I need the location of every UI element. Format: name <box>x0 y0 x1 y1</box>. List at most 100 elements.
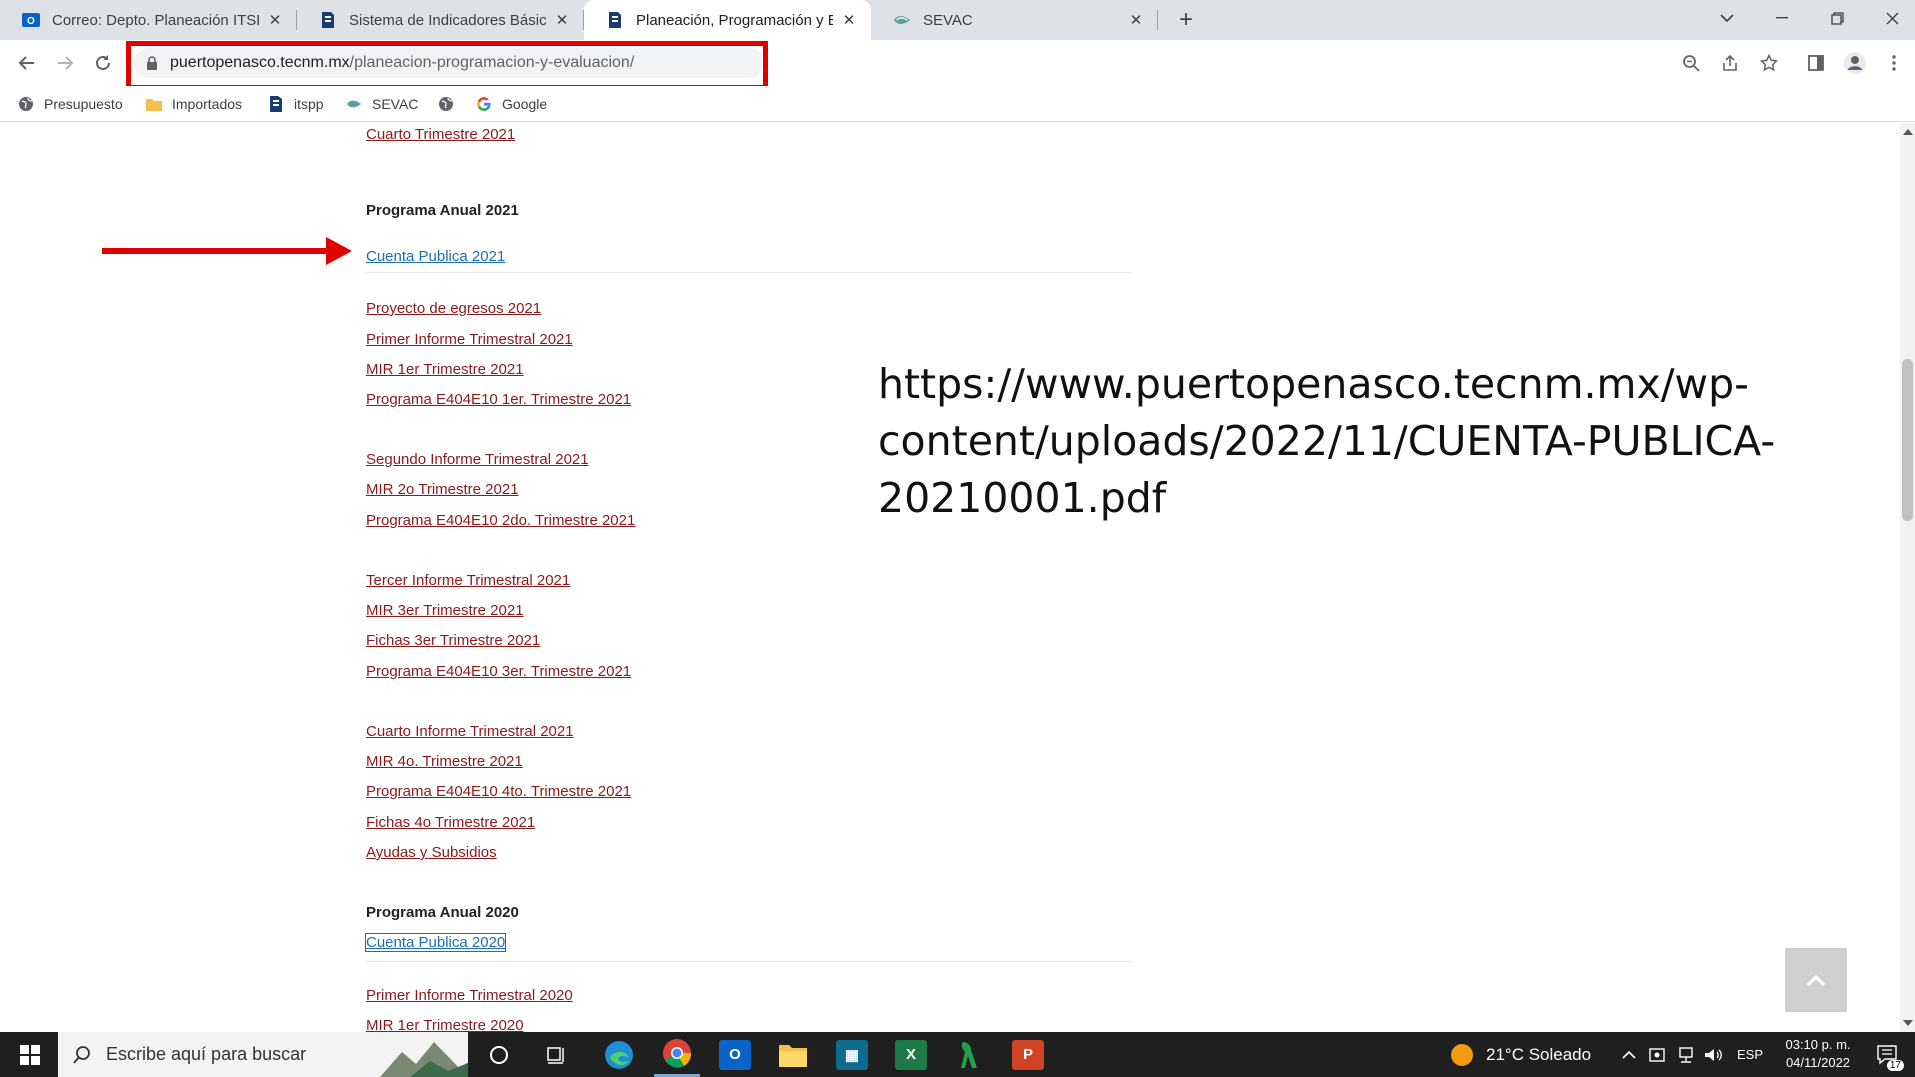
link-ayudas-subsidios[interactable]: Ayudas y Subsidios <box>366 844 497 861</box>
network-icon <box>1679 1046 1693 1063</box>
powerpoint-app[interactable]: P <box>1005 1032 1051 1077</box>
notification-center-button[interactable]: 17 <box>1868 1032 1908 1077</box>
link-mir-2o-2021[interactable]: MIR 2o Trimestre 2021 <box>366 481 519 498</box>
link-cuenta-publica-2021[interactable]: Cuenta Publica 2021 <box>366 248 505 265</box>
close-window-button[interactable] <box>1872 0 1912 36</box>
divider <box>366 272 1131 273</box>
link-mir-3er-2021[interactable]: MIR 3er Trimestre 2021 <box>366 602 524 619</box>
scrollbar-thumb[interactable] <box>1902 359 1913 521</box>
share-button[interactable] <box>1715 48 1745 78</box>
outlook-icon: O <box>22 11 40 29</box>
close-icon[interactable]: ✕ <box>265 10 285 30</box>
search-icon <box>73 1045 90 1064</box>
sevac-icon <box>346 96 362 112</box>
link-cuarto-trimestre-2021[interactable]: Cuarto Trimestre 2021 <box>366 126 515 143</box>
tab-label: SEVAC <box>923 11 973 29</box>
edge-app[interactable] <box>596 1032 642 1077</box>
tray-meet-button[interactable] <box>1645 1032 1671 1077</box>
new-tab-button[interactable]: + <box>1172 6 1200 34</box>
back-button[interactable] <box>10 46 44 80</box>
vertical-scrollbar[interactable] <box>1900 123 1915 1032</box>
file-explorer-app[interactable] <box>770 1032 816 1077</box>
link-mir-1er-2021[interactable]: MIR 1er Trimestre 2021 <box>366 361 524 378</box>
bookmark-star-button[interactable] <box>1754 48 1784 78</box>
scroll-down-arrow-icon[interactable] <box>1903 1020 1913 1026</box>
clock-time: 03:10 p. m. <box>1785 1037 1851 1052</box>
link-programa-4to-2021[interactable]: Programa E404E10 4to. Trimestre 2021 <box>366 783 631 800</box>
bookmark-importados[interactable]: Importados <box>146 92 242 116</box>
folder-icon <box>146 96 162 112</box>
star-icon <box>1760 54 1778 72</box>
figure-icon <box>961 1041 977 1068</box>
link-primer-informe-2021[interactable]: Primer Informe Trimestral 2021 <box>366 331 573 348</box>
bookmark-itspp[interactable]: itspp <box>268 92 324 116</box>
zoom-icon <box>1683 55 1700 72</box>
close-icon[interactable]: ✕ <box>1126 10 1146 30</box>
link-mir-4o-2021[interactable]: MIR 4o. Trimestre 2021 <box>366 753 523 770</box>
forward-button[interactable] <box>48 46 82 80</box>
tab-indicadores[interactable]: Sistema de Indicadores Básicos ✕ <box>297 0 584 40</box>
tab-correo[interactable]: O Correo: Depto. Planeación ITSPP ✕ <box>0 0 297 40</box>
google-icon <box>476 96 492 112</box>
heading-programa-anual-2020: Programa Anual 2020 <box>366 904 519 921</box>
task-view-button[interactable] <box>535 1032 577 1077</box>
chrome-app[interactable] <box>654 1032 700 1077</box>
restore-button[interactable] <box>1817 0 1857 36</box>
taskbar-clock[interactable]: 03:10 p. m. 04/11/2022 <box>1772 1036 1864 1072</box>
weather-widget[interactable] <box>1446 1032 1478 1077</box>
excel-app[interactable]: X <box>888 1032 934 1077</box>
menu-button[interactable] <box>1879 48 1909 78</box>
link-tercer-informe-2021[interactable]: Tercer Informe Trimestral 2021 <box>366 572 570 589</box>
search-placeholder: Escribe aquí para buscar <box>106 1044 307 1064</box>
chevron-up-icon <box>1806 974 1826 986</box>
close-icon[interactable]: ✕ <box>552 10 572 30</box>
annotation-pdf-url: https://www.puertopenasco.tecnm.mx/wp- c… <box>878 356 1778 527</box>
link-cuenta-publica-2020[interactable]: Cuenta Publica 2020 <box>364 933 507 952</box>
link-programa-3er-2021[interactable]: Programa E404E10 3er. Trimestre 2021 <box>366 663 631 680</box>
weather-text[interactable]: 21°C Soleado <box>1486 1032 1591 1077</box>
close-icon[interactable]: ✕ <box>839 10 859 30</box>
side-panel-button[interactable] <box>1801 48 1831 78</box>
share-icon <box>1723 54 1737 71</box>
profile-button[interactable] <box>1840 48 1870 78</box>
globe-icon <box>438 96 454 112</box>
link-programa-2do-2021[interactable]: Programa E404E10 2do. Trimestre 2021 <box>366 512 635 529</box>
app-teal[interactable]: ▦ <box>829 1032 875 1077</box>
avatar-icon <box>1844 52 1866 74</box>
language-indicator[interactable]: ESP <box>1737 1032 1763 1077</box>
taskbar-search[interactable]: Escribe aquí para buscar <box>58 1032 468 1077</box>
scroll-to-top-button[interactable] <box>1785 948 1847 1012</box>
link-mir-1er-2020[interactable]: MIR 1er Trimestre 2020 <box>366 1017 524 1032</box>
speaker-icon <box>1705 1048 1722 1061</box>
bookmark-label: Importados <box>172 96 243 112</box>
link-cuarto-informe-2021[interactable]: Cuarto Informe Trimestral 2021 <box>366 723 574 740</box>
minimize-icon <box>1776 17 1788 19</box>
bookmark-google[interactable]: Google <box>476 92 547 116</box>
tray-volume-button[interactable] <box>1700 1032 1726 1077</box>
green-figure-app[interactable] <box>946 1032 992 1077</box>
zoom-button[interactable] <box>1676 48 1706 78</box>
tray-overflow-button[interactable] <box>1616 1032 1642 1077</box>
tecnm-icon <box>319 11 337 29</box>
red-arrow-shaft <box>102 248 328 254</box>
reload-button[interactable] <box>86 46 120 80</box>
tab-search-button[interactable] <box>1707 0 1747 36</box>
link-programa-1er-2021[interactable]: Programa E404E10 1er. Trimestre 2021 <box>366 391 631 408</box>
outlook-app[interactable]: O <box>712 1032 758 1077</box>
chevron-up-icon <box>1622 1050 1636 1059</box>
tab-sevac[interactable]: SEVAC ✕ <box>871 0 1158 40</box>
bookmark-sevac[interactable]: SEVAC <box>346 92 418 116</box>
minimize-button[interactable] <box>1762 0 1802 36</box>
tab-planeacion[interactable]: Planeación, Programación y Evalu ✕ <box>584 0 871 40</box>
tray-network-button[interactable] <box>1673 1032 1699 1077</box>
link-primer-informe-2020[interactable]: Primer Informe Trimestral 2020 <box>366 987 573 1004</box>
start-button[interactable] <box>8 1032 52 1077</box>
bookmark-presupuesto[interactable]: Presupuesto <box>18 92 123 116</box>
scroll-up-arrow-icon[interactable] <box>1903 129 1913 135</box>
cortana-button[interactable] <box>478 1032 520 1077</box>
link-proyecto-egresos-2021[interactable]: Proyecto de egresos 2021 <box>366 300 541 317</box>
link-fichas-3er-2021[interactable]: Fichas 3er Trimestre 2021 <box>366 632 540 649</box>
link-fichas-4o-2021[interactable]: Fichas 4o Trimestre 2021 <box>366 814 535 831</box>
bookmark-globe[interactable] <box>438 92 464 116</box>
link-segundo-informe-2021[interactable]: Segundo Informe Trimestral 2021 <box>366 451 589 468</box>
